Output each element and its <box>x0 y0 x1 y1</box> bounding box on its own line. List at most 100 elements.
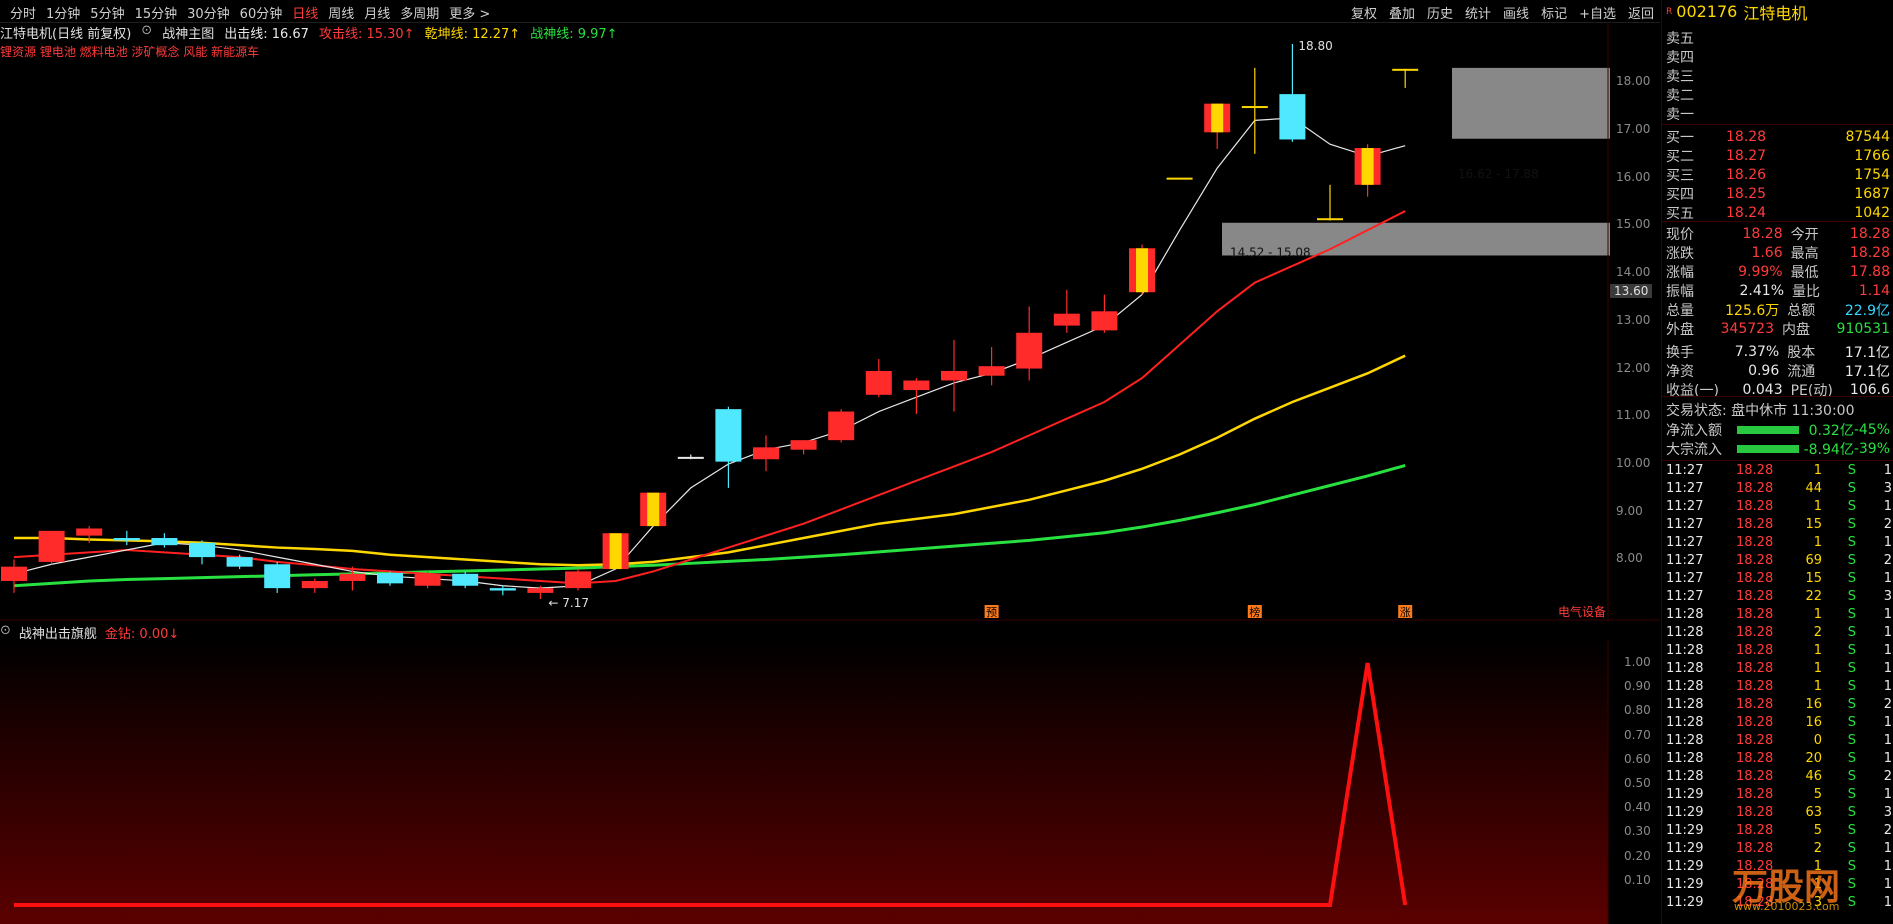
candle[interactable] <box>189 540 215 565</box>
tick-time: 11:28 <box>1666 661 1704 676</box>
candle[interactable] <box>38 530 65 565</box>
flow-label: 净流入额 <box>1666 422 1722 439</box>
candle[interactable] <box>1053 289 1080 333</box>
flow-value: -8.94亿 <box>1803 441 1854 458</box>
candle-body <box>677 456 704 459</box>
signal-tick: 0.60 <box>1624 751 1651 766</box>
candle[interactable] <box>1166 177 1193 180</box>
stat-value: 1.66 <box>1751 244 1783 261</box>
signal-tick: 0.80 <box>1624 703 1651 718</box>
candle[interactable] <box>1204 103 1231 150</box>
period-tab-9[interactable]: 多周期 <box>400 3 439 22</box>
trade-status: 交易状态: 盘中休市 11:30:00 <box>1666 402 1855 419</box>
tool-button-0[interactable]: 复权 <box>1351 3 1377 22</box>
period-tab-4[interactable]: 30分钟 <box>187 3 230 22</box>
candle[interactable] <box>715 406 742 488</box>
tool-button-2[interactable]: 历史 <box>1427 3 1453 22</box>
candle[interactable] <box>677 454 704 460</box>
candle[interactable] <box>828 409 855 443</box>
tool-button-4[interactable]: 画线 <box>1503 3 1529 22</box>
ask-row: 卖四 <box>1666 47 1890 66</box>
candle[interactable] <box>452 571 479 589</box>
tick-count: 2 <box>1883 697 1892 712</box>
tick-volume: 0 <box>1813 733 1822 748</box>
candle[interactable] <box>978 347 1005 386</box>
period-tab-8[interactable]: 月线 <box>364 3 390 22</box>
candle[interactable] <box>903 378 930 414</box>
candle[interactable] <box>489 585 516 596</box>
stat-value: 910531 <box>1836 320 1890 337</box>
candle[interactable] <box>377 571 403 586</box>
kline-chart[interactable]: 14.52 - 15.08 16.62 - 17.88 18.80 ← 7.17 预 榜 涨… <box>0 22 1660 622</box>
tick-volume: 44 <box>1805 481 1822 496</box>
tick-count: 1 <box>1883 661 1892 676</box>
candle[interactable] <box>565 569 591 591</box>
tick-volume: 5 <box>1813 787 1822 802</box>
candle[interactable] <box>301 578 328 593</box>
candle[interactable] <box>1016 306 1043 381</box>
period-tab-2[interactable]: 5分钟 <box>90 3 124 22</box>
candle[interactable] <box>1129 244 1155 295</box>
candle[interactable] <box>414 571 441 589</box>
stat-label: 股本 <box>1787 344 1816 361</box>
candle-body <box>339 573 366 581</box>
period-tab-7[interactable]: 周线 <box>328 3 354 22</box>
candle-highlight <box>647 492 660 527</box>
candle[interactable] <box>1279 44 1306 142</box>
tool-button-3[interactable]: 统计 <box>1465 3 1491 22</box>
tick-price: 18.28 <box>1736 481 1774 496</box>
candle-body <box>452 573 479 586</box>
tick-count: 1 <box>1883 751 1892 766</box>
period-tab-6[interactable]: 日线 <box>292 3 318 22</box>
candle[interactable] <box>790 440 817 455</box>
tick-row: 11:28 18.28 1 S 1 <box>1666 643 1892 661</box>
period-tab-10[interactable]: 更多 > <box>449 3 490 22</box>
tick-volume: 69 <box>1805 553 1822 568</box>
candle[interactable] <box>1317 184 1343 221</box>
candle[interactable] <box>753 435 779 472</box>
candle[interactable] <box>264 561 291 593</box>
tick-price: 18.28 <box>1736 733 1774 748</box>
stat-value: 17.1亿 <box>1844 344 1890 361</box>
bid-row: 买四 18.25 1687 <box>1666 184 1890 203</box>
candle[interactable] <box>1392 68 1419 88</box>
candle[interactable] <box>640 492 667 527</box>
candle[interactable] <box>1 559 27 593</box>
candle-highlight <box>1136 248 1148 293</box>
candle[interactable] <box>1241 67 1268 154</box>
tick-row: 11:28 18.28 16 S 1 <box>1666 715 1892 733</box>
candle-body <box>941 370 967 381</box>
candle[interactable] <box>151 533 178 548</box>
tick-price: 18.28 <box>1736 553 1774 568</box>
tick-volume: 16 <box>1805 697 1822 712</box>
tool-button-7[interactable]: 返回 <box>1628 3 1654 22</box>
price-tick: 17.00 <box>1616 121 1651 136</box>
tool-button-5[interactable]: 标记 <box>1541 3 1567 22</box>
tick-volume: 1 <box>1813 535 1822 550</box>
candle-highlight <box>609 533 622 570</box>
tool-button-6[interactable]: +自选 <box>1579 3 1616 22</box>
tick-price: 18.28 <box>1736 697 1774 712</box>
period-tab-3[interactable]: 15分钟 <box>135 3 178 22</box>
candle[interactable] <box>1354 144 1381 197</box>
tick-row: 11:27 18.28 44 S 3 <box>1666 481 1892 499</box>
candle-body <box>715 409 742 462</box>
tick-volume: 22 <box>1805 589 1822 604</box>
period-tab-5[interactable]: 60分钟 <box>240 3 283 22</box>
candle[interactable] <box>865 359 892 398</box>
stat-row: 涨跌 1.66 最高 18.28 <box>1666 243 1890 262</box>
tool-button-1[interactable]: 叠加 <box>1389 3 1415 22</box>
candle-body <box>264 564 291 589</box>
candle[interactable] <box>113 530 140 546</box>
tick-count: 1 <box>1883 463 1892 478</box>
candle-body <box>1241 106 1268 109</box>
candle[interactable] <box>941 339 967 412</box>
signal-chart[interactable] <box>0 640 1660 924</box>
price-tick: 12.00 <box>1616 360 1651 375</box>
period-tab-1[interactable]: 1分钟 <box>46 3 80 22</box>
period-tab-0[interactable]: 分时 <box>10 3 36 22</box>
low-annotation: ← 7.17 <box>548 596 589 610</box>
stat-value: 17.1亿 <box>1844 363 1890 380</box>
candle[interactable] <box>602 533 629 570</box>
candle[interactable] <box>1091 294 1118 333</box>
